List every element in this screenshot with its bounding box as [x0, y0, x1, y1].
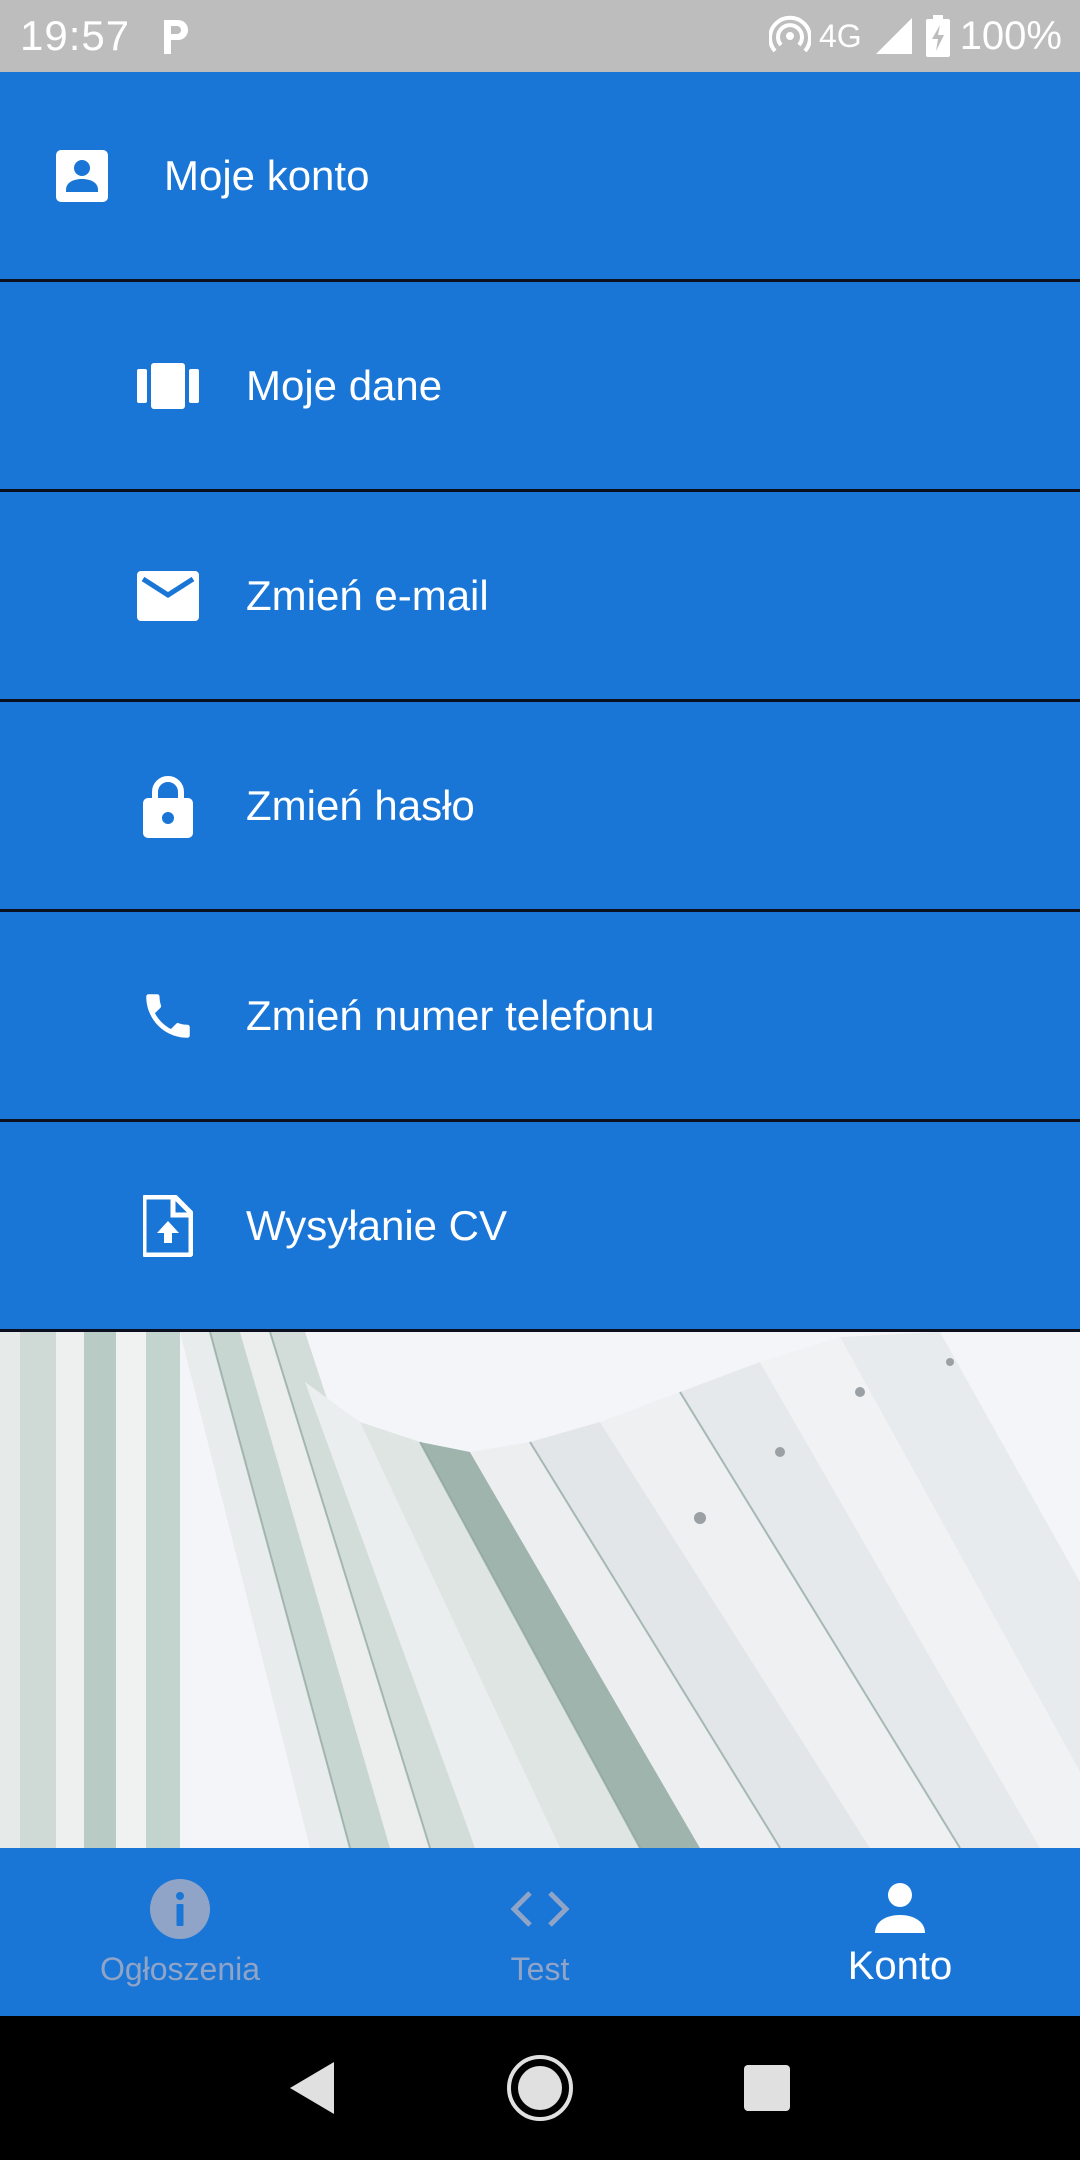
signal-icon — [875, 18, 912, 54]
menu-item-label: Moje dane — [246, 361, 443, 409]
nav-tab-test[interactable]: Test — [360, 1848, 720, 2016]
nav-label: Ogłoszenia — [99, 1950, 261, 1987]
system-navigation-bar — [0, 2016, 1080, 2160]
battery-percent: 100% — [959, 13, 1062, 58]
menu-item-change-phone[interactable]: Zmień numer telefonu — [0, 912, 1080, 1122]
nav-tab-announcements[interactable]: Ogłoszenia — [0, 1848, 360, 2016]
status-bar: 19:57 4G 100% — [0, 0, 1080, 72]
file-upload-icon — [136, 1194, 200, 1258]
code-icon — [508, 1877, 572, 1941]
menu-item-label: Zmień hasło — [246, 781, 475, 829]
home-icon[interactable] — [500, 2048, 580, 2128]
back-icon[interactable] — [273, 2048, 353, 2128]
menu-item-my-account[interactable]: Moje konto — [0, 72, 1080, 282]
menu-item-send-cv[interactable]: Wysyłanie CV — [0, 1122, 1080, 1332]
mail-icon — [136, 564, 200, 628]
menu-item-label: Zmień e-mail — [246, 571, 489, 619]
person-icon — [868, 1876, 932, 1940]
network-type: 4G — [819, 17, 862, 54]
status-time: 19:57 — [20, 12, 131, 59]
nav-tab-account[interactable]: Konto — [720, 1848, 1080, 2016]
view-carousel-icon — [136, 354, 200, 418]
account-menu: Moje konto Moje dane Zmień e-mail Zmień … — [0, 72, 1080, 1332]
architecture-image — [0, 1332, 1080, 1848]
phone-icon — [136, 984, 200, 1048]
nav-label: Konto — [847, 1943, 953, 1988]
lock-icon — [136, 774, 200, 838]
bottom-navigation: Ogłoszenia Test Konto — [0, 1848, 1080, 2016]
app-screen: 19:57 4G 100% Moje konto Moje dane Zmień… — [0, 0, 1080, 2160]
nav-label: Test — [510, 1950, 570, 1987]
menu-item-label: Zmień numer telefonu — [246, 991, 655, 1039]
menu-item-my-data[interactable]: Moje dane — [0, 282, 1080, 492]
parking-app-icon — [164, 20, 189, 54]
menu-item-label: Moje konto — [164, 151, 370, 199]
menu-item-change-password[interactable]: Zmień hasło — [0, 702, 1080, 912]
menu-item-label: Wysyłanie CV — [246, 1201, 508, 1249]
hotspot-icon — [769, 15, 811, 53]
menu-item-change-email[interactable]: Zmień e-mail — [0, 492, 1080, 702]
account-box-icon — [50, 144, 114, 208]
battery-charging-icon — [925, 15, 950, 57]
info-icon — [148, 1877, 212, 1941]
recents-icon[interactable] — [727, 2048, 807, 2128]
